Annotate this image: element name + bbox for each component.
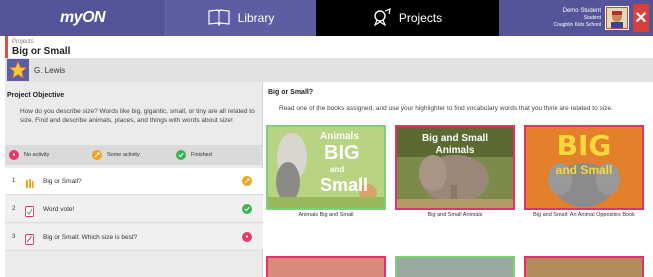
vote-icon (25, 204, 34, 217)
page-title: Big or Small (12, 46, 71, 57)
cover-title: BIG (556, 129, 612, 162)
nav-tab-projects[interactable]: Projects (316, 0, 499, 36)
legend-no-activity: • No activity (9, 150, 49, 160)
student-header: G. Lewis (5, 58, 653, 82)
cover-title: and Small (555, 163, 613, 177)
project-objective-panel: Project Objective How do you describe si… (5, 82, 263, 277)
user-school: Coughlin Kids School (553, 21, 601, 28)
legend-label: No activity (24, 152, 50, 158)
close-button[interactable]: ✕ (633, 4, 649, 32)
assignment-instructions: Read one of the books assigned, and use … (279, 105, 613, 112)
book-card-big-and-small-animals[interactable]: Big and Small Animals Big and Small Anim… (395, 125, 515, 219)
highlighter-icon (25, 176, 34, 188)
activity-row-3[interactable]: 3 Big or Small: Which size is best? • (5, 224, 263, 251)
objective-text: How do you describe size? Words like big… (20, 108, 255, 124)
breadcrumb: Projects Big or Small (5, 36, 653, 58)
cover-title: Small (320, 175, 369, 195)
cover-title: and (330, 165, 345, 174)
user-name: Demo Student (562, 7, 601, 14)
some-activity-icon (242, 176, 252, 186)
nav-tab-label: Library (237, 11, 275, 25)
book-cover[interactable]: BIG and Small (524, 125, 644, 210)
book-icon (208, 8, 230, 29)
projects-icon (373, 7, 391, 29)
top-navigation-bar: myON Library Projects Demo Student Stude… (0, 0, 653, 36)
activity-number: 2 (12, 206, 16, 212)
avatar[interactable] (605, 6, 629, 30)
student-name: G. Lewis (34, 65, 66, 75)
book-card-big-and-small-opposites[interactable]: BIG and Small Big and Small: An Animal O… (524, 125, 644, 219)
legend-finished: Finished (176, 150, 212, 160)
writing-icon (25, 232, 34, 245)
activity-row-2[interactable]: 2 Word vote! (5, 196, 263, 223)
status-legend: • No activity Some activity Finished (5, 145, 263, 165)
close-icon: ✕ (634, 10, 648, 27)
cover-title: Animals (435, 145, 475, 156)
book-card-animals-big-and-small[interactable]: Animals BIG and Small Animals Big and Sm… (266, 125, 386, 219)
some-activity-icon (92, 150, 102, 160)
activity-label: Big or Small? (43, 177, 82, 185)
cover-title: BIG (324, 142, 360, 164)
cover-title: Big and Small (421, 133, 489, 144)
legend-label: Finished (191, 152, 212, 158)
book-title[interactable]: Animals Big and Small (266, 212, 386, 219)
activity-row-1[interactable]: 1 Big or Small? (5, 168, 263, 195)
objective-heading: Project Objective (7, 92, 65, 99)
star-icon (7, 59, 29, 81)
legend-label: Some activity (107, 152, 140, 158)
book-cover[interactable]: Big and Small Animals (395, 125, 515, 210)
book-card-row2-2[interactable] (395, 256, 515, 277)
cover-title: Animals (320, 131, 359, 142)
book-title[interactable]: Big and Small Animals (395, 212, 515, 219)
nav-tab-label: Projects (398, 11, 443, 25)
finished-icon (242, 204, 252, 214)
book-card-row2-3[interactable] (524, 256, 644, 277)
user-info: Demo Student Student Coughlin Kids Schoo… (499, 0, 653, 36)
activity-number: 3 (12, 234, 16, 240)
book-title[interactable]: Big and Small: An Animal Opposites Book (524, 212, 644, 219)
no-activity-icon: • (242, 232, 252, 242)
finished-icon (176, 150, 186, 160)
assignment-title: Big or Small? (268, 89, 314, 96)
nav-tab-library[interactable]: Library (165, 0, 316, 36)
no-activity-icon: • (9, 150, 19, 160)
activity-label: Word vote! (43, 205, 75, 213)
activity-label: Big or Small: Which size is best? (43, 233, 138, 241)
legend-some-activity: Some activity (92, 150, 140, 160)
book-card-row2-1[interactable] (266, 256, 386, 277)
user-role: Student (583, 14, 601, 21)
myon-logo[interactable]: myON (0, 0, 165, 36)
activity-number: 1 (12, 178, 16, 184)
book-cover[interactable]: Animals BIG and Small (266, 125, 386, 210)
breadcrumb-parent[interactable]: Projects (12, 38, 653, 46)
